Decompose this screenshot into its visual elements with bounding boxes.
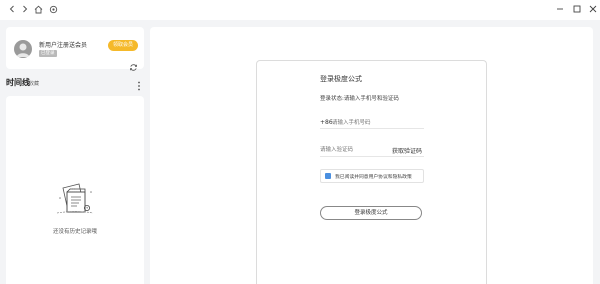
- get-code-button[interactable]: 获取验证码: [392, 146, 422, 155]
- agreement-text[interactable]: 我已阅读并同意用户协议和隐私政策: [335, 173, 412, 180]
- user-card: 新用户注册送会员 已登录 领取会员: [6, 27, 144, 71]
- back-icon[interactable]: [5, 2, 19, 16]
- user-status-tag: 已登录: [39, 50, 57, 57]
- empty-history-text: 还没有历史记录哦: [52, 229, 97, 235]
- close-icon[interactable]: [586, 2, 600, 16]
- empty-history-illustration: [54, 180, 96, 218]
- forward-icon[interactable]: [18, 2, 32, 16]
- agreement-checkbox[interactable]: [325, 173, 331, 187]
- home-icon[interactable]: [31, 2, 45, 16]
- more-vertical-icon[interactable]: [136, 77, 142, 91]
- phone-input[interactable]: [332, 118, 422, 128]
- login-title: 登录极度公式: [320, 75, 362, 83]
- minimize-icon[interactable]: [553, 2, 567, 16]
- settings-icon[interactable]: [46, 2, 60, 16]
- refresh-icon[interactable]: [129, 57, 138, 71]
- user-name[interactable]: 新用户注册送会员: [39, 40, 87, 49]
- phone-row: +86: [320, 118, 424, 129]
- get-vip-button[interactable]: 领取会员: [108, 40, 139, 51]
- verification-code-input[interactable]: [320, 145, 380, 155]
- history-panel: 还没有历史记录哦: [6, 96, 144, 284]
- login-button[interactable]: 登录极度公式: [320, 206, 422, 220]
- code-row: 获取验证码: [320, 145, 424, 157]
- country-code[interactable]: +86: [320, 119, 333, 126]
- login-status: 登录状态:请输入手机号和验证码: [320, 96, 399, 102]
- avatar[interactable]: [14, 40, 32, 58]
- agreement-row[interactable]: 我已阅读并同意用户协议和隐私政策: [320, 169, 424, 187]
- timeline-tab[interactable]: 时间线: [6, 77, 30, 88]
- maximize-icon[interactable]: [570, 2, 584, 16]
- timeline-header: 时间线 收藏: [6, 76, 144, 91]
- title-bar: [0, 0, 600, 20]
- login-card: 登录极度公式 登录状态:请输入手机号和验证码 +86 获取验证码 我已阅读并同意…: [256, 60, 487, 284]
- favorites-tab[interactable]: 收藏: [29, 80, 39, 87]
